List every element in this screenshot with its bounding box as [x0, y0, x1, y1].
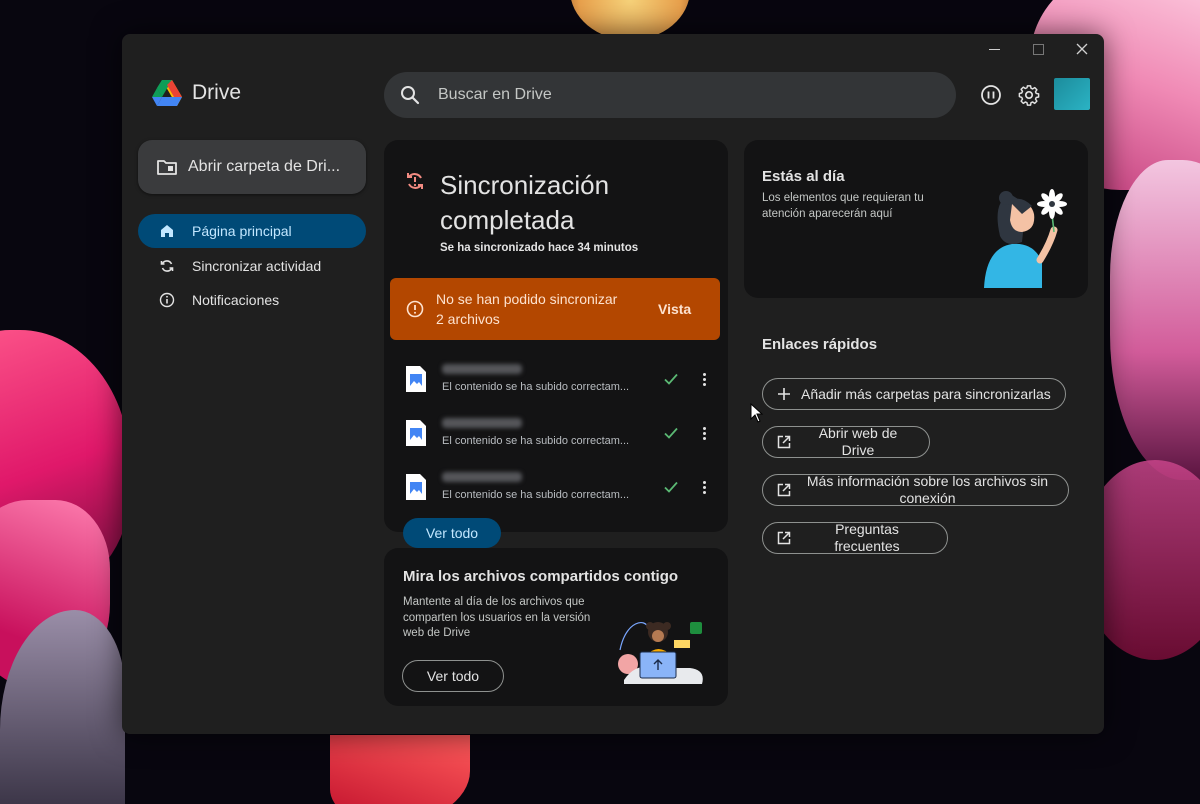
minimize-button[interactable]	[972, 34, 1016, 64]
sidebar-item-label: Sincronizar actividad	[192, 257, 322, 274]
sidebar-item-sync-activity[interactable]: Sincronizar actividad	[138, 249, 366, 283]
pause-sync-button[interactable]	[978, 82, 1004, 108]
search-bar[interactable]	[384, 72, 956, 118]
pause-icon	[981, 85, 1001, 105]
folder-icon	[157, 160, 177, 175]
file-status: El contenido se ha subido correctam...	[442, 381, 630, 393]
maximize-button[interactable]	[1016, 34, 1060, 64]
add-folders-label: Añadir más carpetas para sincronizarlas	[801, 385, 1051, 402]
avatar[interactable]	[1054, 78, 1090, 110]
app-title: Drive	[192, 81, 242, 104]
image-file-icon	[406, 420, 426, 446]
info-icon	[158, 291, 176, 309]
close-icon	[1076, 43, 1088, 55]
up-to-date-card: Estás al día Los elementos que requieran…	[744, 140, 1088, 298]
open-drive-folder-button[interactable]: Abrir carpeta de Dri...	[138, 140, 366, 194]
up-to-date-description: Los elementos que requieran tu atención …	[762, 192, 924, 220]
file-status: El contenido se ha subido correctam...	[442, 435, 630, 447]
sync-last-time: Se ha sincronizado hace 34 minutos	[440, 242, 639, 254]
sidebar-item-home[interactable]: Página principal	[138, 214, 366, 248]
search-icon	[401, 86, 420, 105]
faq-button[interactable]: Preguntas frecuentes	[762, 521, 948, 554]
external-link-icon	[777, 483, 791, 497]
sync-error-icon	[407, 173, 423, 189]
drive-window: Drive Abrir carpeta de Dri...	[122, 34, 1104, 734]
file-status: El contenido se ha subido correctam...	[442, 489, 630, 501]
sidebar-nav: Página principal Sincronizar actividad N…	[138, 214, 366, 318]
mouse-cursor-icon	[750, 403, 764, 423]
sync-error-message: No se han podido sincronizar 2 archivos	[436, 291, 618, 327]
home-icon	[158, 222, 176, 240]
file-name-redacted	[442, 364, 522, 374]
more-options-icon[interactable]	[700, 476, 708, 498]
check-icon	[664, 373, 678, 385]
shared-description: Mantente al día de los archivos que comp…	[403, 596, 591, 639]
sync-error-banner: No se han podido sincronizar 2 archivos …	[390, 278, 720, 340]
open-drive-folder-label: Abrir carpeta de Dri...	[188, 158, 341, 175]
check-icon	[664, 481, 678, 493]
sync-status-card: Sincronización completada Se ha sincroni…	[384, 140, 728, 532]
offline-info-label: Más información sobre los archivos sin c…	[806, 473, 1049, 506]
shared-title: Mira los archivos compartidos contigo	[403, 568, 679, 585]
external-link-icon	[777, 435, 791, 449]
plus-icon	[778, 388, 790, 400]
file-name-redacted	[442, 472, 522, 482]
view-errors-button[interactable]: Vista	[658, 301, 691, 317]
up-to-date-title: Estás al día	[762, 168, 845, 185]
image-file-icon	[406, 474, 426, 500]
open-drive-web-button[interactable]: Abrir web de Drive	[762, 425, 930, 458]
file-row[interactable]: El contenido se ha subido correctam...	[384, 408, 728, 462]
faq-label: Preguntas frecuentes	[834, 521, 900, 554]
warning-icon	[406, 300, 424, 318]
app-logo: Drive	[152, 80, 241, 106]
drive-logo-icon	[152, 80, 182, 106]
check-icon	[664, 427, 678, 439]
settings-button[interactable]	[1016, 82, 1042, 108]
sidebar-item-notifications[interactable]: Notificaciones	[138, 283, 366, 317]
person-flower-illustration	[984, 189, 1067, 288]
view-shared-button[interactable]: Ver todo	[402, 660, 504, 692]
sync-title: Sincronización completada	[440, 170, 610, 235]
open-drive-web-label: Abrir web de Drive	[818, 425, 898, 458]
search-input[interactable]	[436, 85, 920, 105]
file-row[interactable]: El contenido se ha subido correctam...	[384, 354, 728, 408]
external-link-icon	[777, 531, 791, 545]
more-options-icon[interactable]	[700, 422, 708, 444]
shared-files-card: Mira los archivos compartidos contigo Ma…	[384, 548, 728, 706]
gear-icon	[1018, 85, 1040, 106]
sidebar-item-label: Página principal	[192, 223, 292, 239]
window-controls	[972, 34, 1104, 64]
add-folders-button[interactable]: Añadir más carpetas para sincronizarlas	[762, 378, 1066, 410]
person-laptop-illustration	[618, 622, 703, 684]
quick-links-title: Enlaces rápidos	[762, 336, 878, 353]
file-row[interactable]: El contenido se ha subido correctam...	[384, 462, 728, 516]
file-name-redacted	[442, 418, 522, 428]
close-button[interactable]	[1060, 34, 1104, 64]
sync-icon	[158, 257, 176, 275]
more-options-icon[interactable]	[700, 368, 708, 390]
sidebar-item-label: Notificaciones	[192, 292, 280, 308]
offline-info-button[interactable]: Más información sobre los archivos sin c…	[762, 473, 1069, 506]
view-all-sync-button[interactable]: Ver todo	[403, 518, 501, 548]
image-file-icon	[406, 366, 426, 392]
